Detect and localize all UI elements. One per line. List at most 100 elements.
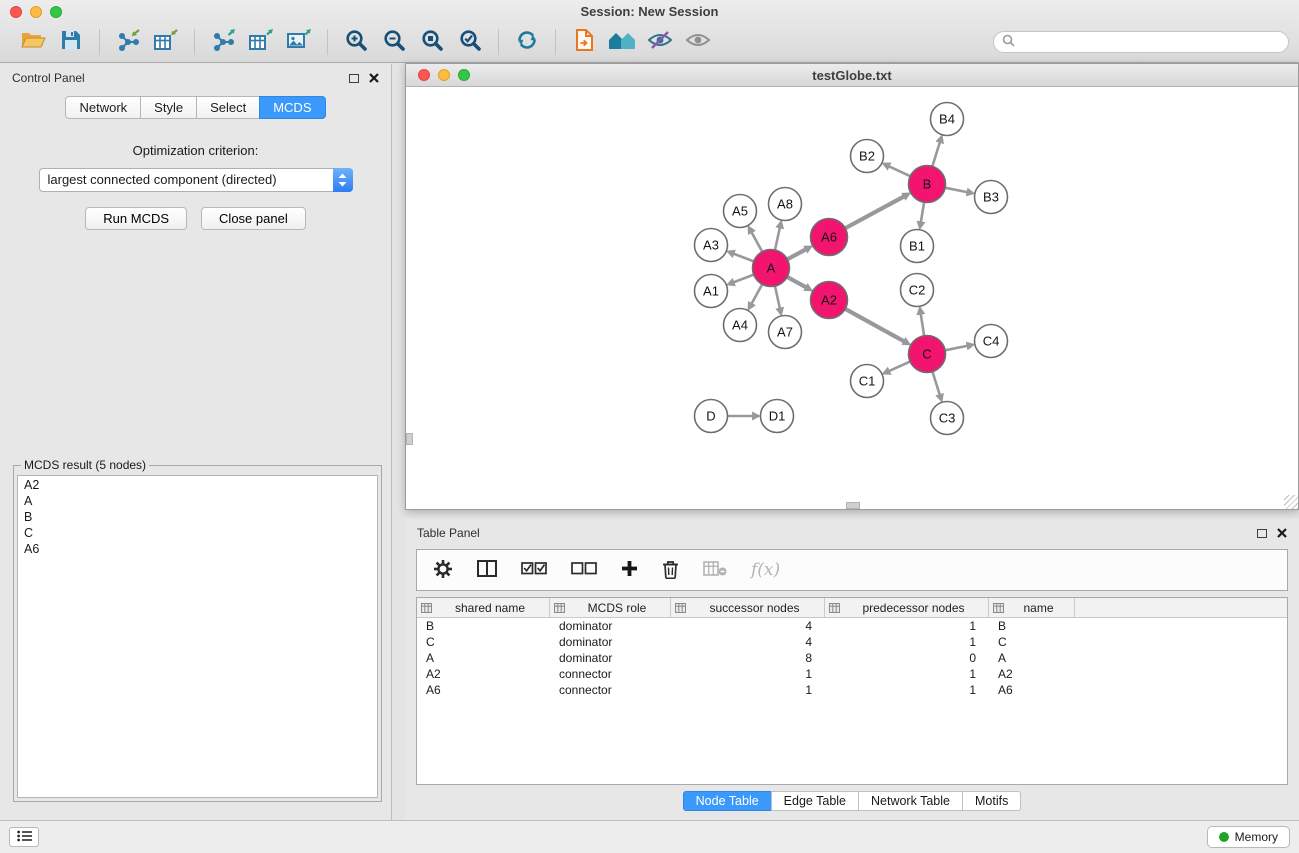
table-cell[interactable]: B	[417, 618, 550, 634]
graph-node-B4[interactable]: B4	[931, 103, 964, 136]
graph-edge-C-C3[interactable]	[933, 372, 940, 395]
table-cell[interactable]: A	[989, 650, 1075, 666]
graph-node-B[interactable]: B	[909, 166, 946, 203]
table-cell[interactable]: A2	[417, 666, 550, 682]
table-cell[interactable]: C	[417, 634, 550, 650]
network-window-titlebar[interactable]: testGlobe.txt	[406, 64, 1298, 87]
graph-node-A[interactable]: A	[753, 250, 790, 287]
table-cell[interactable]: dominator	[550, 634, 671, 650]
graph-node-B2[interactable]: B2	[851, 140, 884, 173]
tab-select[interactable]: Select	[196, 96, 260, 119]
search-box[interactable]	[993, 31, 1289, 53]
window-titlebar[interactable]: Session: New Session	[0, 0, 1299, 24]
memory-button[interactable]: Memory	[1207, 826, 1290, 848]
close-window-button[interactable]	[10, 6, 22, 18]
minimize-network-window-button[interactable]	[438, 69, 450, 81]
close-panel-icon[interactable]	[1277, 526, 1287, 541]
graph-node-C3[interactable]: C3	[931, 402, 964, 435]
show-all-button[interactable]	[679, 26, 717, 58]
import-table-button[interactable]	[147, 26, 185, 58]
table-cell[interactable]: 0	[825, 650, 989, 666]
splitter-grip[interactable]	[406, 433, 413, 445]
import-network-button[interactable]	[109, 26, 147, 58]
network-graph[interactable]: AA6A2BCA5A8A3A1A4A7B4B2B3B1C4C2C1C3DD1	[406, 87, 1298, 508]
apply-layout-button[interactable]	[508, 26, 546, 58]
criterion-dropdown[interactable]: largest connected component (directed)	[39, 168, 353, 192]
table-cell[interactable]: 1	[825, 666, 989, 682]
graph-node-B1[interactable]: B1	[901, 230, 934, 263]
graph-edge-A2-C[interactable]	[845, 309, 904, 341]
graph-edge-B-B3[interactable]	[945, 188, 967, 192]
open-file-button[interactable]	[14, 26, 52, 58]
graph-edge-A-A7[interactable]	[775, 286, 780, 308]
mcds-result-item[interactable]: A2	[18, 477, 377, 493]
graph-edge-C-C4[interactable]	[945, 346, 967, 350]
graph-node-A7[interactable]: A7	[769, 316, 802, 349]
graph-node-C[interactable]: C	[909, 336, 946, 373]
graph-node-A4[interactable]: A4	[724, 309, 757, 342]
graph-edge-A-A8[interactable]	[775, 228, 780, 250]
graph-edge-C-C1[interactable]	[889, 362, 910, 371]
table-cell[interactable]: A2	[989, 666, 1075, 682]
graph-node-A1[interactable]: A1	[695, 275, 728, 308]
column-header-successor-nodes[interactable]: successor nodes	[671, 598, 825, 617]
table-row[interactable]: Adominator80A	[417, 650, 1287, 666]
graph-edge-B-B1[interactable]	[921, 202, 924, 222]
table-cell[interactable]: 1	[671, 666, 825, 682]
close-panel-button[interactable]: Close panel	[201, 207, 306, 230]
graph-edge-C-C2[interactable]	[921, 314, 924, 336]
mcds-result-list[interactable]: A2ABCA6	[17, 475, 378, 798]
export-image-button[interactable]	[280, 26, 318, 58]
graph-node-D1[interactable]: D1	[761, 400, 794, 433]
zoom-selected-button[interactable]	[451, 26, 489, 58]
tab-network[interactable]: Network	[65, 96, 141, 119]
add-column-button[interactable]	[621, 560, 638, 580]
mcds-result-item[interactable]: C	[18, 525, 377, 541]
zoom-fit-button[interactable]	[413, 26, 451, 58]
tab-style[interactable]: Style	[140, 96, 197, 119]
table-row[interactable]: Cdominator41C	[417, 634, 1287, 650]
table-cell[interactable]: A6	[989, 682, 1075, 698]
float-panel-icon[interactable]	[1257, 529, 1267, 538]
select-all-button[interactable]	[521, 561, 547, 579]
graph-edge-A-A4[interactable]	[752, 284, 763, 303]
zoom-out-button[interactable]	[375, 26, 413, 58]
table-row[interactable]: A2connector11A2	[417, 666, 1287, 682]
mcds-result-item[interactable]: B	[18, 509, 377, 525]
table-row[interactable]: A6connector11A6	[417, 682, 1287, 698]
document-export-button[interactable]	[565, 26, 603, 58]
table-cell[interactable]: connector	[550, 666, 671, 682]
hide-selected-button[interactable]	[641, 26, 679, 58]
column-header-predecessor-nodes[interactable]: predecessor nodes	[825, 598, 989, 617]
graph-node-A5[interactable]: A5	[724, 195, 757, 228]
graph-edge-A-A2[interactable]	[787, 277, 806, 287]
graph-edge-B-B2[interactable]	[889, 166, 910, 176]
column-header-mcds-role[interactable]: MCDS role	[550, 598, 671, 617]
graph-node-A3[interactable]: A3	[695, 229, 728, 262]
graph-edge-A-A1[interactable]	[734, 275, 754, 283]
graph-node-A6[interactable]: A6	[811, 219, 848, 256]
table-settings-button[interactable]	[433, 559, 453, 582]
tab-node-table[interactable]: Node Table	[683, 791, 772, 811]
table-cell[interactable]: A	[417, 650, 550, 666]
network-canvas[interactable]: AA6A2BCA5A8A3A1A4A7B4B2B3B1C4C2C1C3DD1	[406, 87, 1298, 509]
show-column-button[interactable]	[477, 560, 497, 580]
splitter-grip[interactable]	[846, 502, 860, 509]
graph-edge-B-B4[interactable]	[932, 142, 939, 166]
mcds-result-item[interactable]: A6	[18, 541, 377, 557]
column-header-name[interactable]: name	[989, 598, 1075, 617]
graph-node-A8[interactable]: A8	[769, 188, 802, 221]
table-row[interactable]: Bdominator41B	[417, 618, 1287, 634]
table-cell[interactable]: 4	[671, 618, 825, 634]
table-cell[interactable]: B	[989, 618, 1075, 634]
close-panel-icon[interactable]	[369, 71, 379, 86]
table-cell[interactable]: dominator	[550, 618, 671, 634]
mcds-result-item[interactable]: A	[18, 493, 377, 509]
graph-edge-A-A6[interactable]	[787, 250, 805, 260]
graph-edge-A-A3[interactable]	[734, 254, 754, 262]
maximize-network-window-button[interactable]	[458, 69, 470, 81]
export-table-button[interactable]	[242, 26, 280, 58]
save-session-button[interactable]	[52, 26, 90, 58]
close-network-window-button[interactable]	[418, 69, 430, 81]
table-cell[interactable]: 4	[671, 634, 825, 650]
